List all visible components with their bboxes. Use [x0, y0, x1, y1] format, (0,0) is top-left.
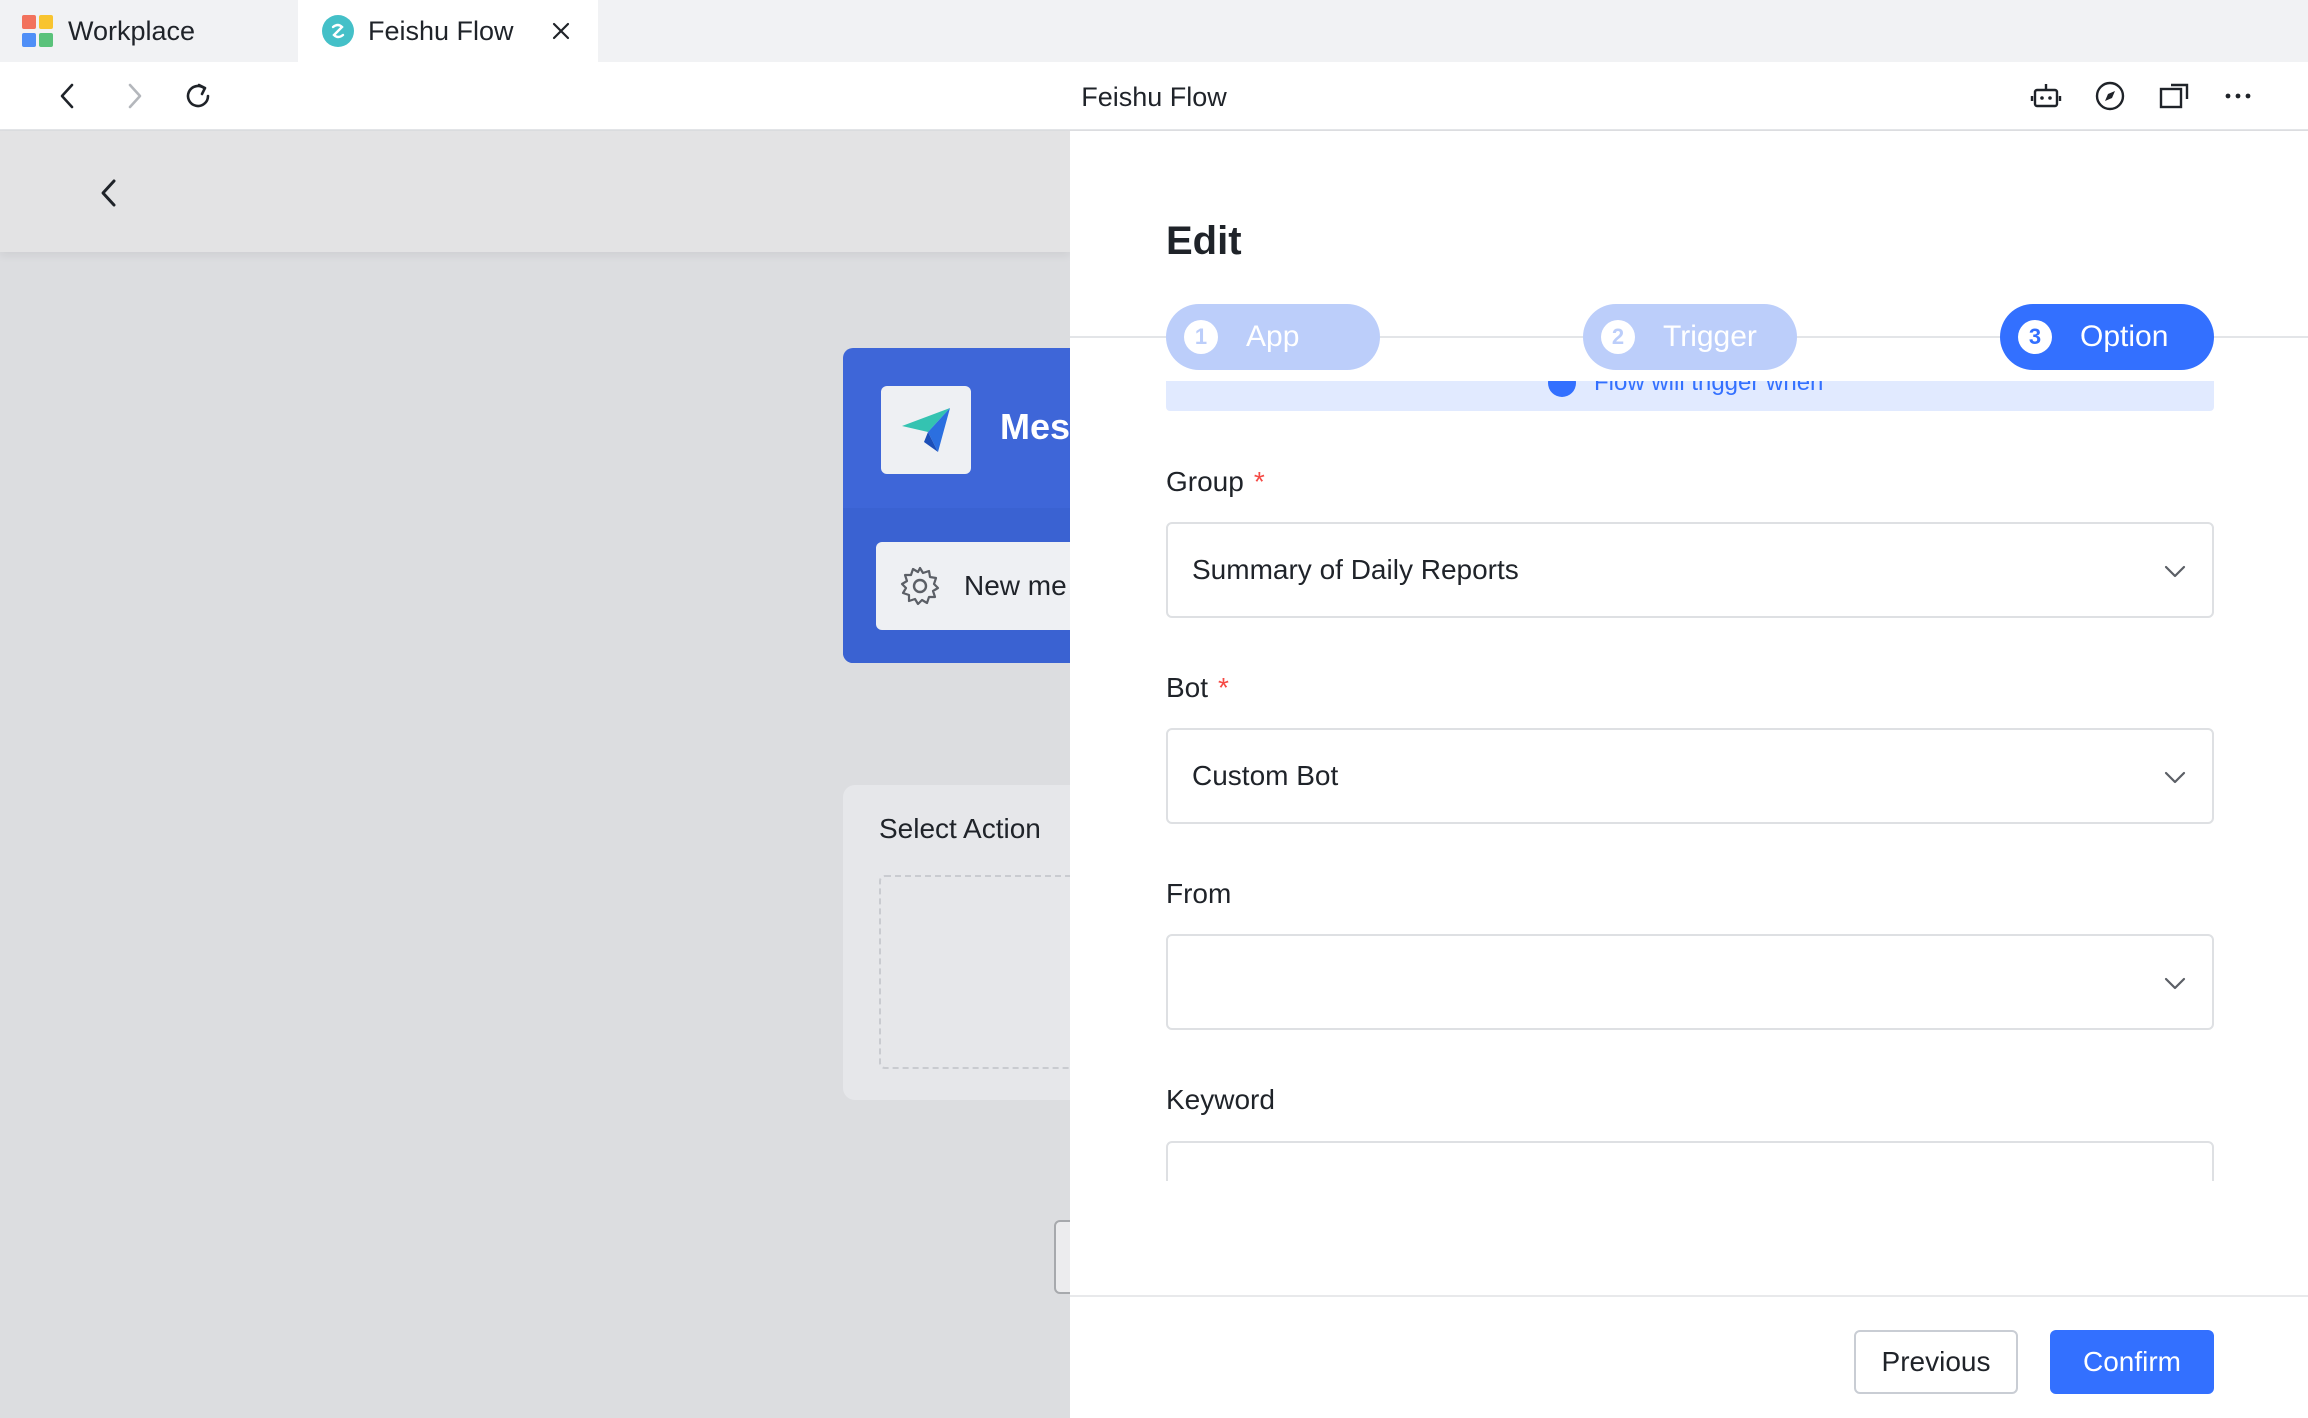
action-card: Select Action	[843, 785, 1119, 1100]
group-label: Group *	[1166, 466, 1265, 498]
open-window-button[interactable]	[2154, 76, 2194, 116]
keyword-input[interactable]	[1166, 1141, 2214, 1181]
from-label: From	[1166, 878, 1232, 909]
tab-label: Feishu Flow	[368, 15, 514, 46]
group-label-text: Group	[1166, 466, 1244, 497]
bot-label-text: Bot	[1166, 672, 1209, 703]
trigger-notice: Flow will trigger when	[1166, 381, 2214, 411]
workplace-grid-icon	[22, 15, 54, 47]
step-app[interactable]: 1 App	[1166, 304, 1380, 370]
new-window-icon	[2159, 83, 2189, 109]
step-label: App	[1246, 320, 1300, 353]
tab-feishu-flow[interactable]: Feishu Flow	[298, 0, 598, 62]
browser-tab-strip: Workplace Feishu Flow	[0, 0, 2308, 62]
confirm-button[interactable]: Confirm	[2050, 1330, 2214, 1394]
bot-select[interactable]: Custom Bot	[1166, 728, 2214, 824]
action-card-title: Select Action	[879, 813, 1041, 844]
bot-select-value: Custom Bot	[1192, 760, 1339, 791]
tab-label: Workplace	[68, 15, 196, 46]
trigger-event[interactable]: New me	[876, 542, 1103, 630]
gear-icon	[900, 566, 940, 606]
keyword-input-box[interactable]	[1166, 1141, 2214, 1181]
trigger-card[interactable]: Mess New me	[843, 348, 1103, 663]
step-option[interactable]: 3 Option	[2000, 304, 2214, 370]
edit-drawer: Edit 1 App 2 Trigger 3 Option Flow will …	[1070, 131, 2308, 1418]
from-select[interactable]	[1166, 934, 2214, 1030]
drawer-title: Edit	[1166, 219, 1242, 263]
trigger-event-label: New me	[964, 570, 1067, 601]
close-tab-icon[interactable]	[544, 14, 578, 48]
flow-editor-header	[0, 131, 1070, 252]
chevron-down-icon	[2164, 565, 2186, 578]
step-trigger[interactable]: 2 Trigger	[1583, 304, 1797, 370]
previous-button[interactable]: Previous	[1854, 1330, 2018, 1394]
step-label: Trigger	[1663, 320, 1757, 353]
step-label: Option	[2080, 320, 2169, 353]
drawer-footer: Previous Confirm	[1070, 1295, 2308, 1418]
info-icon	[1548, 381, 1576, 397]
step-number: 2	[1601, 320, 1635, 354]
group-select[interactable]: Summary of Daily Reports	[1166, 522, 2214, 618]
bot-label: Bot *	[1166, 672, 1229, 704]
step-number: 3	[2018, 320, 2052, 354]
paper-plane-icon	[902, 408, 950, 452]
required-mark: *	[1218, 672, 1229, 703]
chevron-down-icon	[2164, 771, 2186, 784]
notice-text: Flow will trigger when	[1594, 381, 1824, 396]
compass-icon	[2095, 81, 2125, 111]
step-number: 1	[1184, 320, 1218, 354]
browser-nav-bar: Feishu Flow	[0, 62, 2308, 130]
chevron-down-icon	[2164, 977, 2186, 990]
tab-workplace[interactable]: Workplace	[0, 0, 298, 62]
keyword-label: Keyword	[1166, 1084, 1275, 1115]
back-arrow-icon[interactable]	[90, 173, 130, 213]
robot-icon	[2030, 84, 2062, 108]
compass-button[interactable]	[2090, 76, 2130, 116]
page-title: Feishu Flow	[1081, 82, 1227, 112]
bot-button[interactable]	[2026, 76, 2066, 116]
app-tile	[881, 386, 971, 474]
more-button[interactable]	[2218, 76, 2258, 116]
group-select-value: Summary of Daily Reports	[1192, 554, 1519, 585]
more-icon	[2225, 93, 2251, 99]
required-mark: *	[1253, 466, 1265, 497]
feishu-flow-icon	[322, 15, 354, 47]
